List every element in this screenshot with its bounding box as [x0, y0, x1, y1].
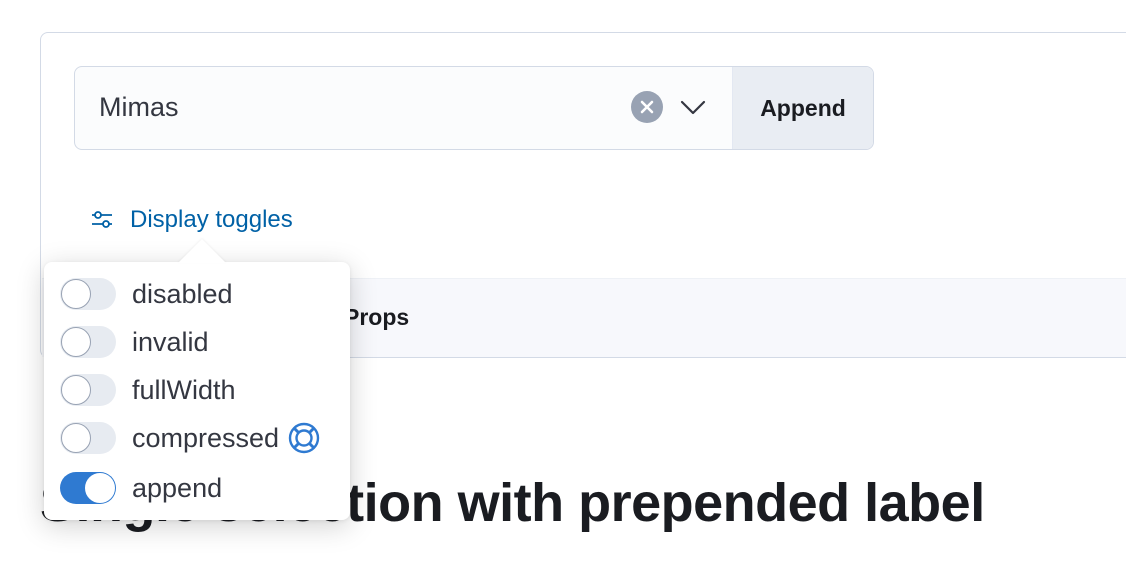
props-tab[interactable]: Props	[344, 304, 409, 331]
toggle-row-disabled[interactable]: disabled	[60, 276, 233, 312]
toggle-label: invalid	[132, 326, 209, 357]
toggle-switch[interactable]	[60, 422, 116, 454]
page: Props Mimas Append Display toggles Singl…	[0, 0, 1126, 566]
clear-icon[interactable]	[631, 91, 663, 123]
combo-box[interactable]: Mimas Append	[74, 66, 874, 150]
lifebuoy-icon[interactable]	[287, 421, 321, 455]
chevron-down-icon[interactable]	[679, 95, 707, 119]
toggle-switch[interactable]	[60, 374, 116, 406]
toggle-row-append[interactable]: append	[60, 470, 222, 506]
append-label: Append	[733, 67, 873, 149]
toggle-label: append	[132, 472, 223, 503]
toggle-switch[interactable]	[60, 472, 116, 504]
display-toggles-label: Display toggles	[130, 206, 293, 233]
toggle-switch[interactable]	[60, 326, 116, 358]
combo-box-input[interactable]: Mimas	[75, 67, 733, 149]
display-toggles-button[interactable]: Display toggles	[90, 206, 293, 234]
toggle-row-invalid[interactable]: invalid	[60, 324, 209, 360]
sliders-icon	[90, 209, 114, 231]
selected-value: Mimas	[99, 92, 179, 122]
toggle-label: fullWidth	[132, 374, 236, 405]
toggle-row-compressed[interactable]: compressed	[60, 420, 321, 456]
toggle-label: compressed	[132, 422, 280, 453]
toggle-switch[interactable]	[60, 278, 116, 310]
popover-arrow	[178, 239, 226, 263]
toggle-label: disabled	[132, 278, 233, 309]
toggle-row-fullwidth[interactable]: fullWidth	[60, 372, 236, 408]
